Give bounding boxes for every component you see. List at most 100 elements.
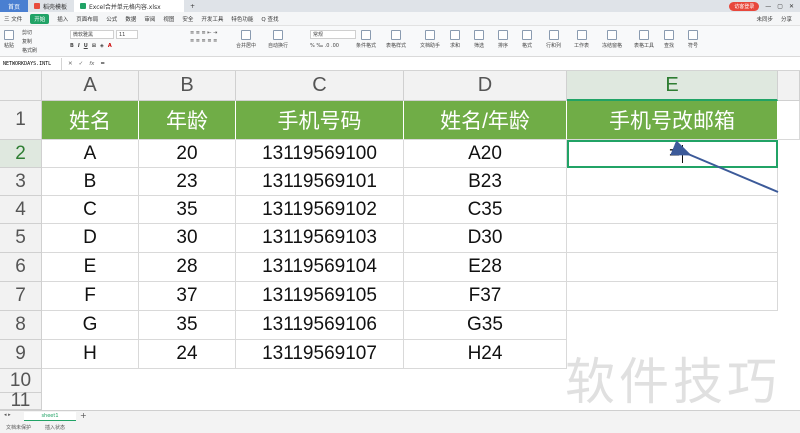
- font-size-select[interactable]: 11: [116, 30, 138, 39]
- cell-name[interactable]: C: [42, 196, 139, 224]
- cell-phone[interactable]: 13119569106: [236, 311, 404, 340]
- symbol-button[interactable]: 符号: [688, 30, 698, 49]
- underline-button[interactable]: U: [84, 43, 88, 49]
- menu-start[interactable]: 开始: [30, 13, 50, 24]
- col-header-f[interactable]: [778, 71, 800, 101]
- select-all-corner[interactable]: [0, 71, 42, 101]
- header-cell-phone[interactable]: 手机号码: [236, 101, 404, 140]
- cell-age[interactable]: 37: [139, 282, 236, 311]
- cell-phone[interactable]: 13119569101: [236, 168, 404, 196]
- cell-name[interactable]: G: [42, 311, 139, 340]
- header-cell-email[interactable]: 手机号改邮箱: [567, 101, 778, 140]
- cell-name[interactable]: E: [42, 253, 139, 282]
- menu-formula[interactable]: 公式: [106, 15, 117, 23]
- cell-email[interactable]: [567, 196, 778, 224]
- cell-name[interactable]: H: [42, 340, 139, 369]
- cell-email[interactable]: [567, 282, 778, 311]
- menu-view[interactable]: 视图: [163, 15, 174, 23]
- confirm-icon[interactable]: ✓: [79, 61, 84, 67]
- doc-assistant-button[interactable]: 文档助手: [420, 30, 440, 49]
- cell-email[interactable]: [567, 224, 778, 253]
- cell-f1[interactable]: [778, 101, 800, 140]
- cell-age[interactable]: 30: [139, 224, 236, 253]
- tab-workbook[interactable]: Excel合并单元格内容.xlsx: [74, 0, 184, 12]
- freeze-panes-button[interactable]: 冻结窗格: [602, 30, 622, 49]
- cell-phone[interactable]: 13119569105: [236, 282, 404, 311]
- col-header-b[interactable]: B: [139, 71, 236, 101]
- format-painter-button[interactable]: 格式刷: [22, 47, 37, 54]
- name-box[interactable]: NETWORKDAYS.INTL: [0, 57, 62, 71]
- cell-email[interactable]: [567, 253, 778, 282]
- sum-button[interactable]: 求和: [450, 30, 460, 49]
- header-cell-name-age[interactable]: 姓名/年龄: [404, 101, 567, 140]
- bold-button[interactable]: B: [70, 43, 74, 49]
- italic-button[interactable]: I: [78, 43, 80, 49]
- wrap-text-button[interactable]: 自动换行: [268, 30, 288, 49]
- row-header-11[interactable]: 11: [0, 390, 42, 411]
- cell-name-age[interactable]: B23: [404, 168, 567, 196]
- close-icon[interactable]: ✕: [789, 3, 794, 10]
- format-button[interactable]: 格式: [522, 30, 532, 49]
- menu-page-layout[interactable]: 页面布局: [76, 15, 98, 23]
- menu-search[interactable]: Q 查找: [261, 15, 278, 23]
- table-style-button[interactable]: 表格样式: [386, 30, 406, 49]
- cancel-icon[interactable]: ✕: [68, 61, 73, 67]
- sort-button[interactable]: 排序: [498, 30, 508, 49]
- number-format-select[interactable]: 常规: [310, 30, 356, 39]
- row-header-6[interactable]: 6: [0, 253, 42, 282]
- tab-home[interactable]: 首页: [0, 0, 28, 12]
- align-icons[interactable]: ≡ ≡ ≡ ⇤ ⇥: [190, 30, 217, 36]
- header-cell-age[interactable]: 年龄: [139, 101, 236, 140]
- cell-age[interactable]: 24: [139, 340, 236, 369]
- minimize-icon[interactable]: —: [765, 3, 771, 10]
- cell-name-age[interactable]: H24: [404, 340, 567, 369]
- menu-data[interactable]: 数据: [125, 15, 136, 23]
- cell-phone[interactable]: 13119569102: [236, 196, 404, 224]
- menu-developer[interactable]: 开发工具: [201, 15, 223, 23]
- new-tab-button[interactable]: +: [184, 0, 201, 12]
- row-header-2[interactable]: 2: [0, 140, 42, 168]
- row-header-5[interactable]: 5: [0, 224, 42, 253]
- percent-icon[interactable]: % ‰ .0 .00: [310, 43, 339, 49]
- cell-name[interactable]: B: [42, 168, 139, 196]
- cell-age[interactable]: 35: [139, 196, 236, 224]
- sync-status[interactable]: 未同步: [756, 15, 773, 23]
- row-header-7[interactable]: 7: [0, 282, 42, 311]
- row-header-4[interactable]: 4: [0, 196, 42, 224]
- row-header-3[interactable]: 3: [0, 168, 42, 196]
- login-button[interactable]: 访客登录: [729, 1, 760, 11]
- col-header-c[interactable]: C: [236, 71, 404, 101]
- row-header-1[interactable]: 1: [0, 101, 42, 140]
- cell-phone[interactable]: 13119569107: [236, 340, 404, 369]
- menu-features[interactable]: 特色功能: [231, 15, 253, 23]
- filter-button[interactable]: 筛选: [474, 30, 484, 49]
- cell-phone[interactable]: 13119569104: [236, 253, 404, 282]
- cell-phone[interactable]: 13119569100: [236, 140, 404, 168]
- tab-docer[interactable]: 稻壳模板: [28, 0, 74, 12]
- paste-button[interactable]: 粘贴: [4, 30, 14, 49]
- cut-button[interactable]: 剪切: [22, 29, 32, 36]
- worksheet-button[interactable]: 工作表: [574, 30, 589, 49]
- cell-name-age[interactable]: F37: [404, 282, 567, 311]
- formula-input[interactable]: =: [100, 61, 105, 67]
- fill-color-icon[interactable]: ◈: [100, 43, 104, 49]
- align-icons-2[interactable]: ≡ ≡ ≡ ≡ ≡: [190, 38, 217, 44]
- border-icon[interactable]: ⊞: [92, 43, 96, 49]
- maximize-icon[interactable]: ▢: [777, 3, 783, 10]
- share-button[interactable]: 分享: [781, 15, 792, 23]
- cell-age[interactable]: 35: [139, 311, 236, 340]
- cell-name-age[interactable]: A20: [404, 140, 567, 168]
- merge-center-button[interactable]: 合并居中: [236, 30, 256, 49]
- sheet-nav-icons[interactable]: ◂ ▸: [4, 412, 11, 418]
- header-cell-name[interactable]: 姓名: [42, 101, 139, 140]
- find-button[interactable]: 查找: [664, 30, 674, 49]
- cell-name[interactable]: D: [42, 224, 139, 253]
- cell-name-age[interactable]: G35: [404, 311, 567, 340]
- copy-button[interactable]: 复制: [22, 38, 32, 45]
- col-header-d[interactable]: D: [404, 71, 567, 101]
- font-color-icon[interactable]: A: [108, 43, 112, 49]
- menu-review[interactable]: 审阅: [144, 15, 155, 23]
- conditional-format-button[interactable]: 条件格式: [356, 30, 376, 49]
- cell-name-age[interactable]: C35: [404, 196, 567, 224]
- font-family-select[interactable]: 微软雅黑: [70, 30, 114, 39]
